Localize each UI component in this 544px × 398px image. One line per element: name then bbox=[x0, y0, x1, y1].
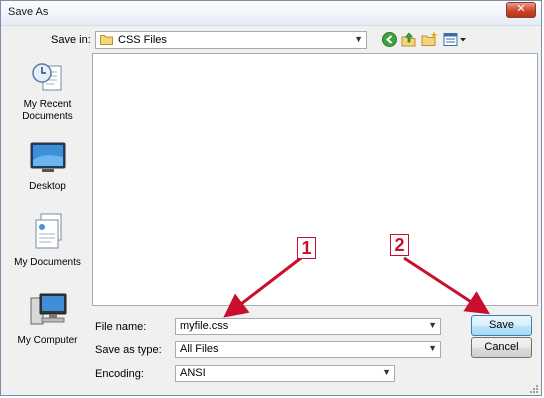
chevron-down-icon: ▼ bbox=[428, 320, 437, 330]
save-in-label: Save in: bbox=[51, 34, 91, 46]
resize-grip-icon[interactable] bbox=[529, 384, 538, 393]
places-bar: My Recent Documents Desktop My Documents bbox=[10, 54, 85, 354]
my-documents-icon bbox=[35, 213, 61, 249]
close-icon: ✕ bbox=[516, 2, 526, 15]
save-button[interactable]: Save bbox=[471, 315, 532, 336]
place-label: My Computer bbox=[17, 335, 78, 346]
cancel-button[interactable]: Cancel bbox=[471, 337, 532, 358]
place-my-recent-documents[interactable]: My Recent Documents bbox=[10, 60, 85, 123]
new-folder-icon[interactable] bbox=[421, 32, 438, 50]
save-in-value: CSS Files bbox=[118, 34, 167, 46]
recent-documents-icon bbox=[31, 63, 61, 91]
save-as-type-label: Save as type: bbox=[95, 344, 162, 356]
file-name-label: File name: bbox=[95, 321, 147, 333]
place-my-computer[interactable]: My Computer bbox=[10, 290, 85, 347]
encoding-select[interactable]: ANSI ▼ bbox=[175, 365, 395, 382]
file-name-value: myfile.css bbox=[180, 320, 229, 332]
place-label: My Recent bbox=[23, 99, 72, 110]
encoding-value: ANSI bbox=[180, 367, 206, 379]
close-button[interactable]: ✕ bbox=[506, 2, 536, 18]
back-icon[interactable] bbox=[382, 32, 397, 50]
up-folder-icon[interactable] bbox=[401, 32, 417, 50]
views-menu-icon[interactable] bbox=[443, 32, 467, 50]
place-label: Documents bbox=[22, 111, 73, 122]
window-title: Save As bbox=[8, 6, 49, 18]
desktop-icon bbox=[30, 142, 65, 172]
save-as-type-select[interactable]: All Files ▼ bbox=[175, 341, 441, 358]
folder-icon bbox=[100, 35, 113, 45]
chevron-down-icon: ▼ bbox=[382, 367, 391, 377]
file-name-input[interactable]: myfile.css ▼ bbox=[175, 318, 441, 335]
callout-2: 2 bbox=[390, 234, 409, 256]
save-in-combobox[interactable]: CSS Files ▼ bbox=[95, 31, 367, 49]
save-as-dialog: Save As ✕ Save in: CSS Files ▼ My Recent… bbox=[0, 0, 542, 396]
file-list-pane[interactable] bbox=[92, 53, 538, 306]
chevron-down-icon: ▼ bbox=[354, 34, 363, 44]
place-label: Desktop bbox=[29, 181, 66, 192]
encoding-label: Encoding: bbox=[95, 368, 144, 380]
chevron-down-icon: ▼ bbox=[428, 343, 437, 353]
place-desktop[interactable]: Desktop bbox=[10, 140, 85, 193]
my-computer-icon bbox=[30, 293, 66, 325]
place-label: My Documents bbox=[14, 257, 81, 268]
save-as-type-value: All Files bbox=[180, 343, 219, 355]
callout-1: 1 bbox=[297, 237, 316, 259]
title-bar[interactable]: Save As ✕ bbox=[1, 1, 541, 26]
place-my-documents[interactable]: My Documents bbox=[10, 212, 85, 269]
